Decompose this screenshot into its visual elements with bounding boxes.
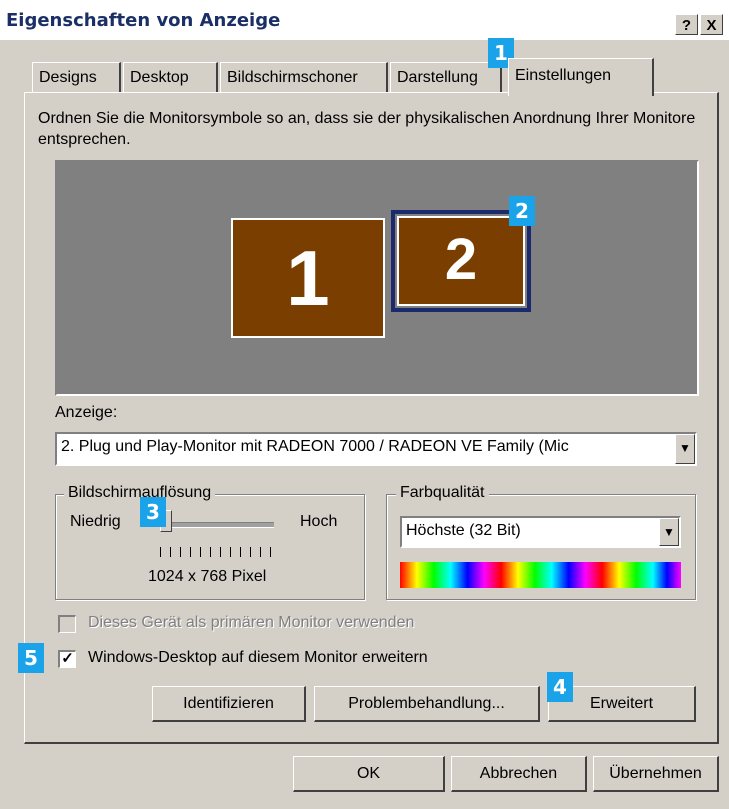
help-button[interactable]: ? xyxy=(675,14,698,35)
window-title: Eigenschaften von Anzeige xyxy=(6,10,281,31)
resolution-value: 1024 x 768 Pixel xyxy=(148,568,267,585)
ok-button[interactable]: OK xyxy=(293,756,445,792)
tab-designs[interactable]: Designs xyxy=(32,62,121,92)
color-spectrum-preview xyxy=(400,562,681,588)
monitor-1-icon[interactable]: 1 xyxy=(231,218,385,338)
extend-desktop-label: Windows-Desktop auf diesem Monitor erwei… xyxy=(88,649,428,666)
color-quality-group-label: Farbqualität xyxy=(396,484,489,502)
instructions-text: Ordnen Sie die Monitorsymbole so an, das… xyxy=(38,110,696,148)
display-select-value: 2. Plug und Play-Monitor mit RADEON 7000… xyxy=(61,438,569,455)
primary-monitor-label: Dieses Gerät als primären Monitor verwen… xyxy=(88,614,415,631)
close-button[interactable]: X xyxy=(700,14,723,35)
monitor-2-icon[interactable]: 2 xyxy=(397,216,525,306)
chevron-down-icon[interactable]: ▼ xyxy=(675,434,695,464)
resolution-slider-ticks xyxy=(160,547,272,557)
display-select[interactable]: 2. Plug und Play-Monitor mit RADEON 7000… xyxy=(55,432,697,466)
resolution-high-label: Hoch xyxy=(300,513,338,530)
callout-4: 4 xyxy=(547,672,573,702)
chevron-down-icon[interactable]: ▼ xyxy=(659,518,679,546)
tab-screensaver[interactable]: Bildschirmschoner xyxy=(220,62,388,92)
troubleshoot-button[interactable]: Problembehandlung... xyxy=(314,686,540,722)
apply-button[interactable]: Übernehmen xyxy=(593,756,719,792)
callout-2: 2 xyxy=(509,196,535,226)
extend-desktop-checkbox[interactable]: ✓ xyxy=(58,650,76,668)
tab-settings[interactable]: Einstellungen xyxy=(508,58,654,96)
color-quality-select[interactable]: Höchste (32 Bit) ▼ xyxy=(400,516,681,548)
cancel-button[interactable]: Abbrechen xyxy=(451,756,587,792)
identify-button[interactable]: Identifizieren xyxy=(152,686,306,722)
resolution-low-label: Niedrig xyxy=(70,513,121,530)
tab-appearance[interactable]: Darstellung xyxy=(390,62,502,92)
resolution-slider-track[interactable] xyxy=(162,522,274,528)
callout-5: 5 xyxy=(18,643,44,673)
display-label: Anzeige: xyxy=(55,404,118,421)
color-quality-value: Höchste (32 Bit) xyxy=(406,522,521,539)
title-bar: Eigenschaften von Anzeige ? X xyxy=(0,0,729,40)
primary-monitor-checkbox[interactable] xyxy=(58,615,76,633)
display-properties-dialog: Eigenschaften von Anzeige ? X Designs De… xyxy=(0,0,729,809)
tab-desktop[interactable]: Desktop xyxy=(123,62,218,92)
callout-3: 3 xyxy=(140,497,166,527)
monitor-arrangement-area: 1 2 xyxy=(55,160,699,396)
